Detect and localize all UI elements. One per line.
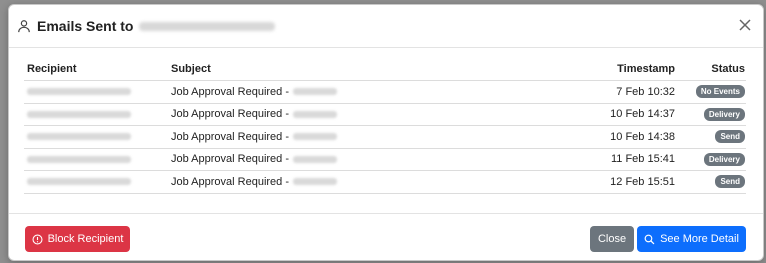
redacted-recipient (27, 133, 131, 141)
subject-text: Job Approval Required - (171, 108, 290, 121)
recipient-cell (24, 86, 171, 98)
modal-title: Emails Sent to (37, 18, 134, 34)
modal-footer: Block Recipient Close See More Detail (9, 213, 763, 262)
block-recipient-label: Block Recipient (47, 233, 124, 245)
emails-table: Recipient Subject Timestamp Status Job A… (24, 63, 746, 194)
redacted-recipient (27, 178, 131, 186)
header-recipient: Recipient (27, 63, 77, 75)
subject-cell: Job Approval Required - (171, 86, 514, 98)
alert-circle-icon (32, 233, 43, 245)
table-header: Recipient Subject Timestamp Status (24, 63, 746, 81)
see-more-detail-label: See More Detail (660, 233, 739, 245)
table-row: Job Approval Required - 12 Feb 15:51 Sen… (24, 171, 746, 194)
redacted-job-id (293, 88, 338, 96)
subject-cell: Job Approval Required - (171, 176, 514, 188)
subject-text: Job Approval Required - (171, 130, 290, 143)
search-icon (644, 234, 655, 244)
block-recipient-button[interactable]: Block Recipient (25, 226, 130, 252)
recipient-cell (24, 153, 171, 165)
close-button[interactable]: Close (590, 226, 634, 252)
table-row: Job Approval Required - 10 Feb 14:38 Sen… (24, 126, 746, 149)
status-cell: No Events (675, 85, 746, 99)
timestamp-cell: 11 Feb 15:41 (610, 153, 675, 166)
redacted-recipient (27, 155, 131, 163)
recipient-cell (24, 176, 171, 188)
status-badge: Delivery (703, 107, 745, 121)
status-cell: Send (675, 175, 746, 189)
table-row: Job Approval Required - 10 Feb 14:37 Del… (24, 104, 746, 126)
redacted-job-id (293, 155, 338, 163)
close-label: Close (597, 233, 627, 245)
header-status: Status (711, 63, 745, 75)
recipient-cell (24, 108, 171, 120)
status-cell: Delivery (675, 107, 746, 121)
close-icon[interactable] (737, 17, 753, 33)
redacted-email (139, 21, 276, 31)
redacted-job-id (293, 133, 338, 141)
status-badge: Delivery (703, 152, 745, 166)
subject-text: Job Approval Required - (171, 175, 290, 188)
subject-cell: Job Approval Required - (171, 153, 514, 165)
status-badge: Send (715, 175, 745, 189)
subject-cell: Job Approval Required - (171, 131, 514, 143)
header-timestamp: Timestamp (617, 63, 675, 75)
status-cell: Delivery (675, 152, 746, 166)
status-cell: Send (675, 130, 746, 144)
see-more-detail-button[interactable]: See More Detail (637, 226, 746, 252)
table-row: Job Approval Required - 7 Feb 10:32 No E… (24, 81, 746, 104)
timestamp-cell: 10 Feb 14:38 (610, 130, 675, 143)
timestamp-cell: 10 Feb 14:37 (610, 108, 675, 121)
redacted-recipient (27, 88, 131, 96)
timestamp-cell: 12 Feb 15:51 (610, 175, 675, 188)
redacted-job-id (293, 178, 338, 186)
modal-header: Emails Sent to (9, 5, 763, 48)
subject-text: Job Approval Required - (171, 153, 290, 166)
table-row: Job Approval Required - 11 Feb 15:41 Del… (24, 149, 746, 171)
timestamp-cell: 7 Feb 10:32 (616, 85, 675, 98)
status-badge: Send (715, 130, 745, 144)
subject-text: Job Approval Required - (171, 85, 290, 98)
recipient-cell (24, 131, 171, 143)
redacted-job-id (293, 110, 338, 118)
subject-cell: Job Approval Required - (171, 108, 514, 120)
status-badge: No Events (695, 85, 745, 99)
person-icon (18, 20, 30, 33)
redacted-recipient (27, 110, 131, 118)
emails-sent-modal: Emails Sent to Recipient Subject Timesta… (8, 4, 764, 261)
header-subject: Subject (171, 63, 211, 75)
